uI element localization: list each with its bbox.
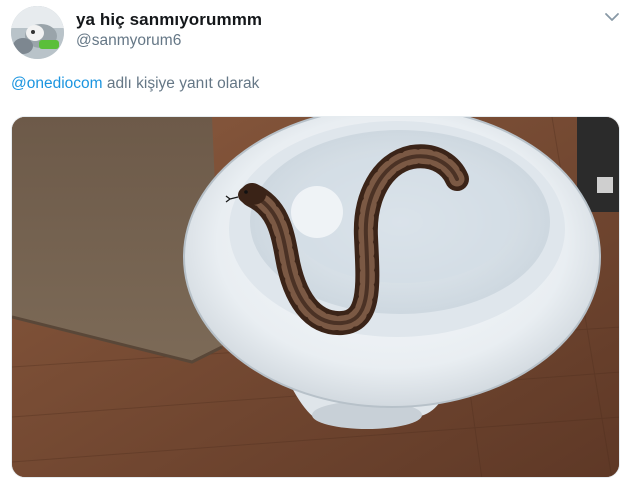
snake-in-toilet-image xyxy=(12,117,619,477)
reply-context: @onediocom adlı kişiye yanıt olarak xyxy=(11,75,259,93)
avatar[interactable] xyxy=(11,6,64,59)
reply-context-text: adlı kişiye yanıt olarak xyxy=(102,75,260,92)
tweet-photo[interactable] xyxy=(11,116,620,478)
mention-link[interactable]: @onediocom xyxy=(11,75,103,92)
display-name[interactable]: ya hiç sanmıyorummm xyxy=(76,10,262,30)
tweet-card: ya hiç sanmıyorummm @sanmyorum6 @onedioc… xyxy=(0,0,635,494)
avatar-image xyxy=(11,6,64,59)
chevron-down-icon[interactable] xyxy=(604,10,620,24)
user-handle[interactable]: @sanmyorum6 xyxy=(76,32,181,50)
